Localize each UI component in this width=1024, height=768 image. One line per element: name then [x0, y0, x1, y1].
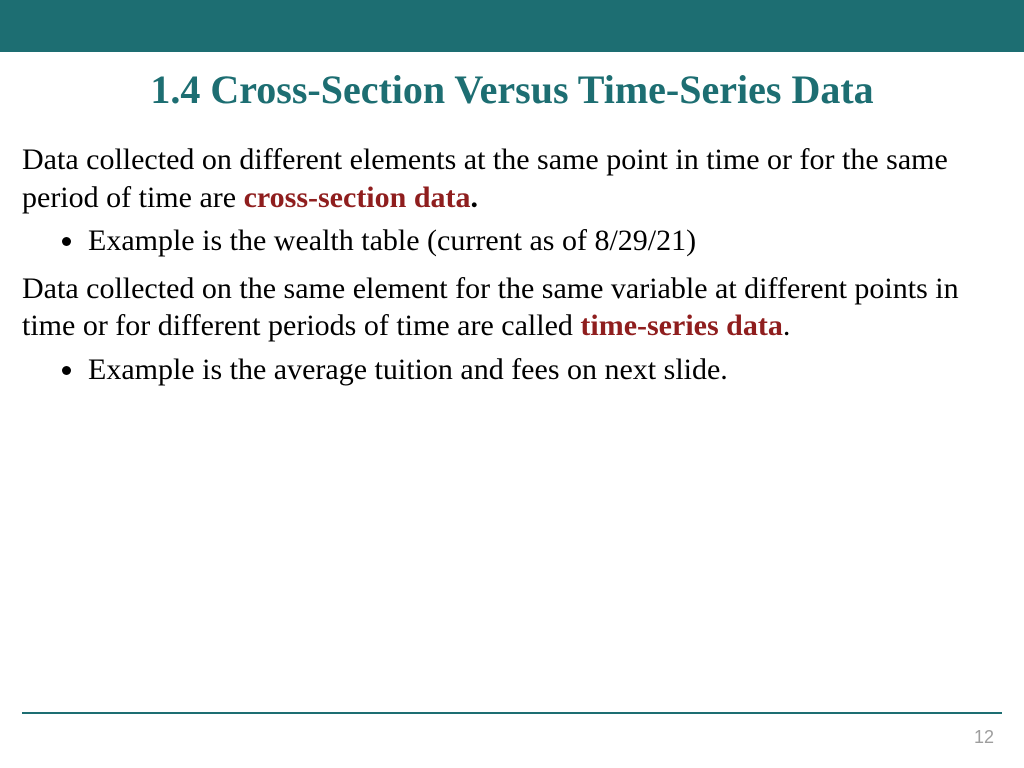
bullet-tuition: Example is the average tuition and fees … — [86, 351, 1002, 389]
page-number: 12 — [974, 727, 994, 748]
slide-body: Data collected on different elements at … — [0, 113, 1024, 388]
para1-tail: . — [471, 181, 479, 214]
term-time-series: time-series data — [580, 309, 782, 342]
slide-title: 1.4 Cross-Section Versus Time-Series Dat… — [0, 66, 1024, 113]
para2-lead: Data collected on the same element for t… — [22, 272, 959, 343]
para2-tail: . — [783, 309, 791, 342]
term-cross-section: cross-section data — [244, 181, 471, 214]
bullet-list-2: Example is the average tuition and fees … — [22, 351, 1002, 389]
header-bar — [0, 0, 1024, 52]
slide: 1.4 Cross-Section Versus Time-Series Dat… — [0, 0, 1024, 768]
bullet-list-1: Example is the wealth table (current as … — [22, 222, 1002, 260]
bullet-wealth-table: Example is the wealth table (current as … — [86, 222, 1002, 260]
paragraph-cross-section: Data collected on different elements at … — [22, 141, 1002, 216]
paragraph-time-series: Data collected on the same element for t… — [22, 270, 1002, 345]
footer-divider — [22, 712, 1002, 714]
para1-lead: Data collected on different elements at … — [22, 143, 948, 214]
